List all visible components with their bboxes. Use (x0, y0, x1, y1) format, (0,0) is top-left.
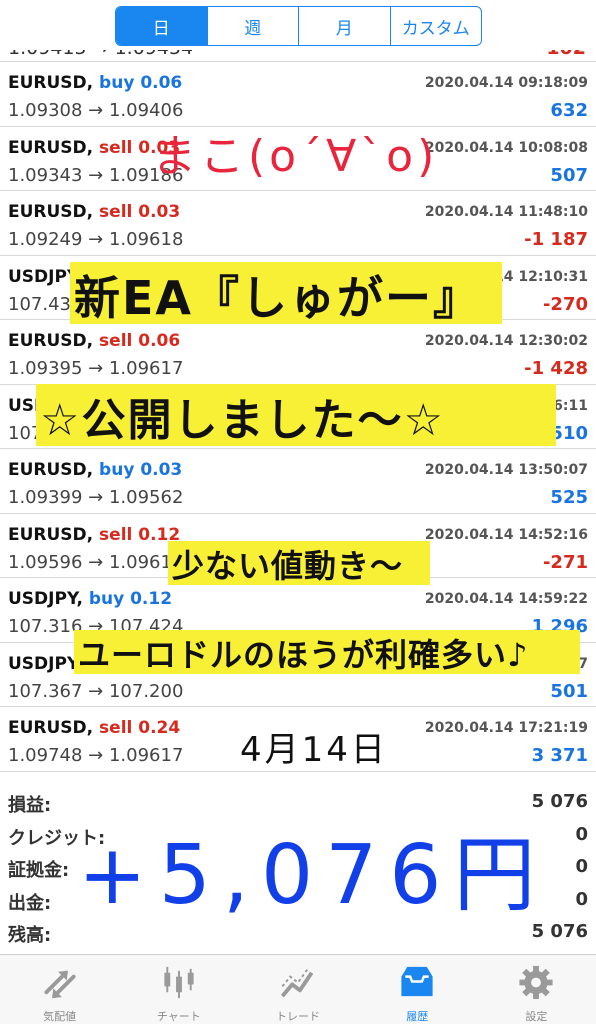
tab-settings-label: 設定 (525, 1010, 548, 1023)
annotation-released: ☆公開しました〜☆ (40, 395, 445, 446)
trade-time: 2020.04.14 14:59:22 (424, 591, 588, 607)
summary-label: 出金: (8, 892, 52, 914)
trade-side-volume: sell 0.06 (99, 331, 181, 351)
tab-chart[interactable]: チャート (119, 955, 238, 1024)
tab-quotes[interactable]: 気配値 (0, 955, 119, 1024)
trade-profit: 632 (550, 100, 588, 121)
trade-profit: 501 (550, 680, 588, 702)
trade-time: 2020.04.14 09:18:09 (424, 75, 588, 91)
annotation-profit: +5,076円 (78, 828, 548, 923)
settings-icon (519, 965, 553, 1000)
trade-icon (280, 968, 314, 998)
trade-time: 2020.04.14 17:21:19 (424, 720, 588, 736)
trade-side-volume: buy 0.06 (99, 73, 183, 93)
trade-symbol: USDJPY, buy 0.12 (8, 589, 173, 609)
trade-profit: -1 187 (524, 229, 588, 250)
trade-time: 2020.04.14 12:30:02 (424, 333, 588, 349)
trade-side-volume: sell 0.03 (99, 202, 181, 222)
summary-value: 0 (575, 823, 588, 845)
summary-label: 残高: (8, 925, 52, 946)
trade-side-volume: buy 0.03 (99, 460, 183, 480)
trade-time: 2020.04.14 11:48:10 (424, 204, 588, 220)
partial-row-profit: 102 (546, 50, 586, 59)
segment-custom[interactable]: カスタム (389, 7, 482, 45)
trade-row[interactable]: EURUSD, sell 0.03 2020.04.14 11:48:10 1.09… (0, 191, 596, 256)
trade-profit: 507 (550, 164, 588, 186)
trade-prices: 1.09249 → 1.09618 (8, 229, 184, 250)
annotation-maco: まこ(o´∀`o) (152, 131, 439, 182)
trade-side-volume: buy 0.12 (88, 589, 173, 609)
summary-value: 0 (575, 856, 588, 877)
trade-profit: -270 (542, 293, 588, 315)
partial-trade-row[interactable]: 1.09415 → 1.09454 102 (0, 50, 596, 62)
tab-history[interactable]: 履歴 (358, 955, 477, 1024)
trade-symbol: EURUSD, buy 0.03 (8, 460, 183, 480)
trade-profit: -271 (542, 551, 588, 573)
trade-symbol: EURUSD, buy 0.06 (8, 73, 183, 93)
trade-symbol: EURUSD, sell 0.12 (8, 524, 181, 545)
trade-time: 2020.04.14 10:08:08 (424, 139, 588, 156)
quotes-icon (43, 970, 76, 999)
trade-profit: 510 (550, 422, 588, 444)
trade-time: 2020.04.14 13:50:07 (424, 462, 588, 478)
segment-month[interactable]: 月 (298, 7, 390, 45)
trade-row[interactable]: EURUSD, buy 0.06 2020.04.14 09:18:09 1.093… (0, 62, 596, 127)
period-segmented-control: 日 週 月 カスタム (115, 6, 482, 46)
tab-history-label: 履歴 (406, 1010, 429, 1023)
trade-prices: 1.09596 → 1.09617 (8, 551, 184, 573)
annotation-euro-note: ユーロドルのほうが利確多い♪ (78, 636, 529, 674)
bottom-tab-bar: 気配値 チャート トレード 履歴 設定 (0, 954, 596, 1024)
trade-symbol: EURUSD, sell 0.06 (8, 331, 181, 351)
chart-icon (164, 966, 194, 999)
trade-symbol: EURUSD, sell 0.24 (8, 718, 181, 738)
annotation-new-ea: 新EA『しゅがー』 (74, 271, 482, 325)
summary-value: 0 (575, 888, 588, 910)
tab-quotes-label: 気配値 (43, 1010, 77, 1023)
tab-chart-label: チャート (156, 1010, 201, 1023)
history-icon (401, 966, 433, 997)
trade-profit: 525 (550, 487, 588, 508)
summary-label: 証拠金: (8, 860, 70, 881)
tab-trade-label: トレード (276, 1010, 320, 1023)
annotation-date: 4月14日 (240, 730, 388, 770)
trade-side-volume: sell 0.24 (99, 718, 181, 738)
segment-week[interactable]: 週 (206, 7, 299, 45)
trade-time: 2020.04.14 14:52:16 (424, 526, 588, 543)
trade-row[interactable]: EURUSD, buy 0.03 2020.04.14 13:50:07 1.093… (0, 449, 596, 514)
partial-row-prices: 1.09415 → 1.09454 (8, 50, 193, 59)
tab-settings[interactable]: 設定 (477, 955, 596, 1024)
trade-symbol: EURUSD, sell 0.03 (8, 202, 181, 222)
trade-prices: 1.09308 → 1.09406 (8, 100, 184, 121)
annotation-few-moves: 少ない値動き〜 (172, 547, 404, 585)
trade-row[interactable]: EURUSD, sell 0.06 2020.04.14 12:30:02 1.09… (0, 320, 596, 385)
summary-label: 損益: (8, 795, 52, 816)
trade-prices: 1.09395 → 1.09617 (8, 358, 184, 379)
segment-day[interactable]: 日 (116, 7, 207, 45)
trade-profit: 3 371 (531, 745, 588, 766)
trade-prices: 107.367 → 107.200 (8, 680, 184, 702)
trade-prices: 1.09748 → 1.09617 (8, 745, 184, 766)
trade-prices: 1.09399 → 1.09562 (8, 487, 184, 508)
trade-profit: -1 428 (524, 358, 588, 379)
tab-trade[interactable]: トレード (238, 955, 357, 1024)
